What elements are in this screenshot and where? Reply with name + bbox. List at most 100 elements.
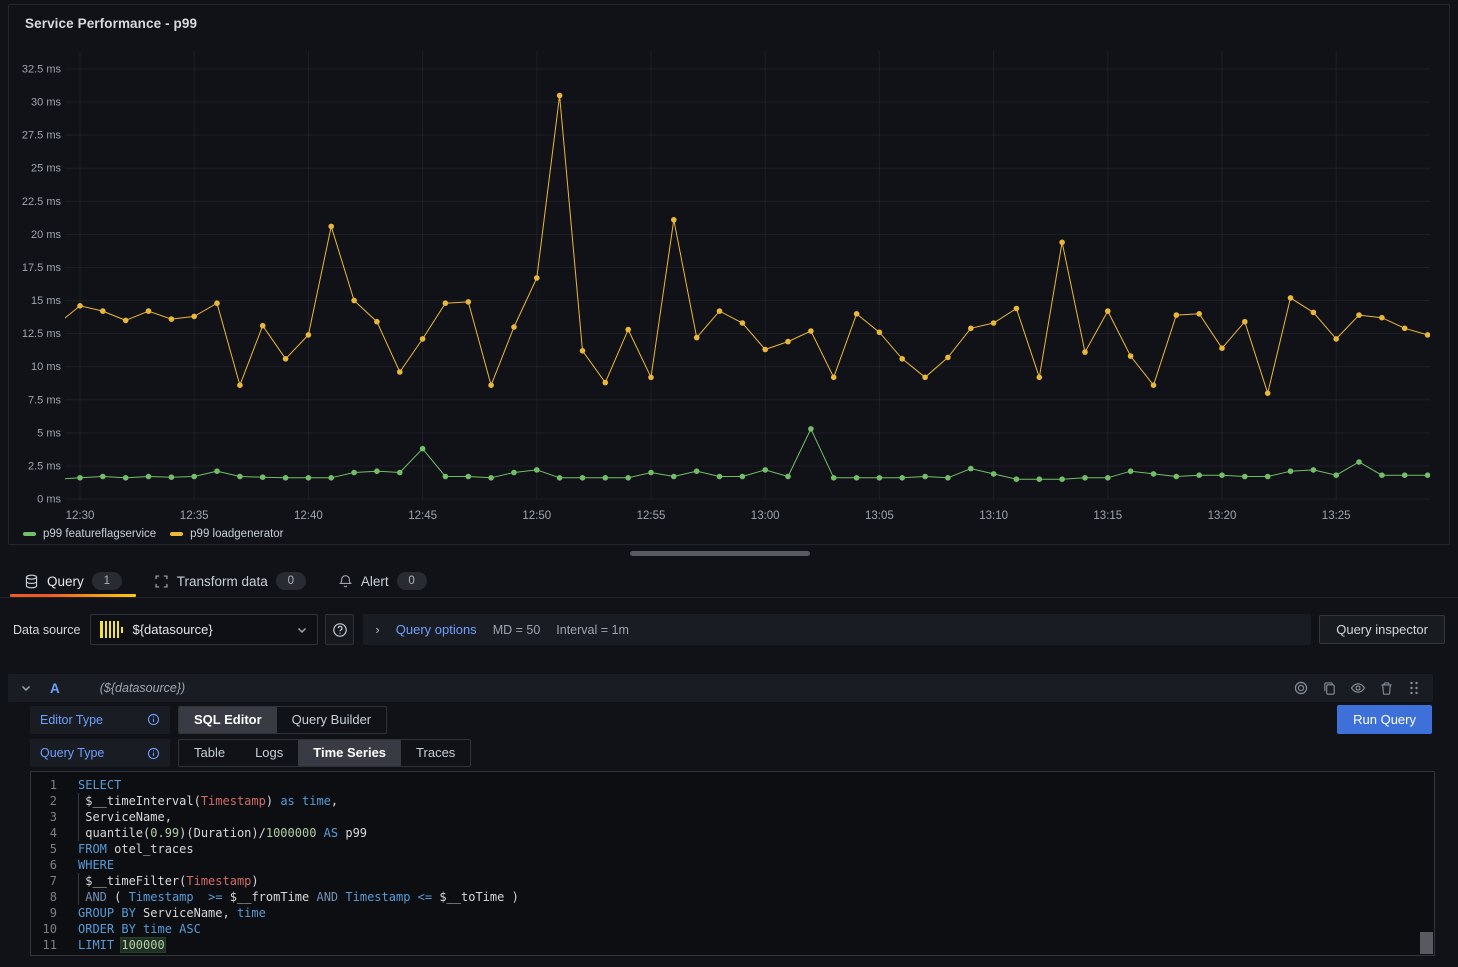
data-source-value: ${datasource}: [132, 622, 287, 637]
info-circle-icon[interactable]: [147, 713, 160, 726]
tab-query[interactable]: Query 1: [8, 565, 138, 597]
line-number: 8: [31, 889, 57, 905]
query-inspector-button[interactable]: Query inspector: [1319, 615, 1445, 644]
datasource-row: Data source ${datasource} › Query option…: [0, 614, 1458, 645]
code-line: 1SELECT: [31, 777, 1434, 793]
datasource-help-button[interactable]: [325, 614, 354, 645]
query-type-switch: TableLogsTime SeriesTraces: [178, 739, 471, 767]
data-source-label: Data source: [13, 623, 80, 637]
info-circle-icon[interactable]: [147, 747, 160, 760]
legend-item[interactable]: p99 loadgenerator: [170, 528, 283, 540]
svg-text:30 ms: 30 ms: [31, 97, 61, 109]
query-type-label-box: Query Type: [30, 739, 170, 767]
clickhouse-icon: [100, 621, 123, 638]
code-line: 11LIMIT 100000: [31, 937, 1434, 953]
query-type-traces[interactable]: Traces: [401, 740, 470, 766]
grafana-edit-panel-page: Service Performance - p99 0 ms2.5 ms5 ms…: [0, 0, 1458, 967]
code-line: 8 AND ( Timestamp >= $__fromTime AND Tim…: [31, 889, 1434, 905]
query-actions: [1293, 680, 1421, 696]
timeseries-panel: Service Performance - p99 0 ms2.5 ms5 ms…: [8, 4, 1450, 545]
line-number: 11: [31, 937, 57, 953]
run-query-button[interactable]: Run Query: [1337, 705, 1432, 734]
tab-label: Transform data: [177, 574, 268, 589]
line-number: 9: [31, 905, 57, 921]
editor-type-sql-editor[interactable]: SQL Editor: [179, 707, 277, 733]
tab-label: Alert: [361, 574, 389, 589]
chevron-right-icon: ›: [375, 622, 379, 637]
editor-scrollbar-thumb[interactable]: [1420, 932, 1433, 954]
svg-text:13:15: 13:15: [1093, 510, 1122, 522]
tab-transform-data[interactable]: Transform data 0: [138, 565, 322, 597]
svg-text:12:40: 12:40: [294, 510, 323, 522]
database-icon: [24, 574, 39, 589]
drag-handle-icon[interactable]: [1407, 680, 1421, 696]
svg-text:25 ms: 25 ms: [31, 163, 61, 175]
svg-text:13:00: 13:00: [751, 510, 780, 522]
query-type-label: Query Type: [40, 746, 104, 760]
svg-text:20 ms: 20 ms: [31, 229, 61, 241]
transform-icon: [154, 574, 169, 589]
query-options-label: Query options: [396, 622, 477, 637]
editor-type-row: Editor Type SQL EditorQuery Builder Run …: [30, 705, 1433, 734]
svg-text:12:35: 12:35: [180, 510, 209, 522]
query-options-collapse[interactable]: › Query options MD = 50 Interval = 1m: [363, 614, 1311, 645]
svg-text:12:30: 12:30: [66, 510, 95, 522]
tab-count-badge: 0: [276, 572, 306, 590]
code-line: 4 quantile(0.99)(Duration)/1000000 AS p9…: [31, 825, 1434, 841]
query-datasource-hint: (${datasource}): [100, 681, 185, 695]
tab-label: Query: [47, 574, 84, 589]
code-line: 3 ServiceName,: [31, 809, 1434, 825]
timeseries-chart-plot[interactable]: 0 ms 2.5 ms 5 ms 7.5 ms 10 ms 12.5 ms 15 ms 17.…: [9, 5, 1449, 525]
svg-text:32.5 ms: 32.5 ms: [22, 64, 62, 76]
legend-item[interactable]: p99 featureflagservice: [23, 528, 156, 540]
line-number: 1: [31, 777, 57, 793]
data-source-picker[interactable]: ${datasource}: [90, 614, 318, 645]
editor-type-label: Editor Type: [40, 713, 103, 727]
question-circle-icon: [332, 622, 348, 638]
svg-text:13:25: 13:25: [1322, 510, 1351, 522]
query-row-header[interactable]: A (${datasource}): [8, 674, 1433, 702]
svg-text:7.5 ms: 7.5 ms: [28, 394, 62, 406]
svg-text:12:45: 12:45: [408, 510, 437, 522]
tab-count-badge: 1: [92, 572, 122, 590]
svg-text:15 ms: 15 ms: [31, 295, 61, 307]
svg-text:12.5 ms: 12.5 ms: [22, 328, 62, 340]
tab-alert[interactable]: Alert0: [322, 565, 443, 597]
svg-text:13:05: 13:05: [865, 510, 894, 522]
line-number: 10: [31, 921, 57, 937]
svg-text:10 ms: 10 ms: [31, 361, 61, 373]
chevron-down-icon: [296, 624, 308, 636]
svg-text:22.5 ms: 22.5 ms: [22, 196, 62, 208]
sql-code-editor[interactable]: 1SELECT2 $__timeInterval(Timestamp) as t…: [30, 771, 1435, 956]
eye-icon[interactable]: [1350, 680, 1366, 696]
query-ref-id: A: [50, 681, 60, 696]
query-type-logs[interactable]: Logs: [240, 740, 298, 766]
svg-text:13:10: 13:10: [979, 510, 1008, 522]
svg-text:0 ms: 0 ms: [37, 494, 61, 506]
code-line: 5FROM otel_traces: [31, 841, 1434, 857]
code-line: 10ORDER BY time ASC: [31, 921, 1434, 937]
disable-icon[interactable]: [1293, 680, 1309, 696]
chevron-down-icon[interactable]: [20, 682, 32, 694]
code-line: 7 $__timeFilter(Timestamp): [31, 873, 1434, 889]
trash-icon[interactable]: [1379, 681, 1394, 696]
code-line: 6WHERE: [31, 857, 1434, 873]
legend-swatch: [170, 532, 183, 536]
editor-type-query-builder[interactable]: Query Builder: [277, 707, 386, 733]
duplicate-icon[interactable]: [1322, 681, 1337, 696]
query-type-table[interactable]: Table: [179, 740, 240, 766]
line-number: 3: [31, 809, 57, 825]
line-number: 2: [31, 793, 57, 809]
svg-text:17.5 ms: 17.5 ms: [22, 262, 62, 274]
horizontal-scrollbar-thumb[interactable]: [630, 551, 810, 556]
svg-text:5 ms: 5 ms: [37, 427, 61, 439]
legend-swatch: [23, 532, 36, 536]
svg-text:27.5 ms: 27.5 ms: [22, 130, 62, 142]
query-type-time-series[interactable]: Time Series: [298, 740, 401, 766]
editor-type-switch: SQL EditorQuery Builder: [178, 706, 387, 734]
line-number: 7: [31, 873, 57, 889]
svg-text:2.5 ms: 2.5 ms: [28, 460, 62, 472]
query-editor-section: A (${datasource}) Editor Type SQL Editor…: [8, 674, 1433, 956]
svg-text:12:55: 12:55: [637, 510, 666, 522]
interval-value: Interval = 1m: [556, 623, 629, 637]
